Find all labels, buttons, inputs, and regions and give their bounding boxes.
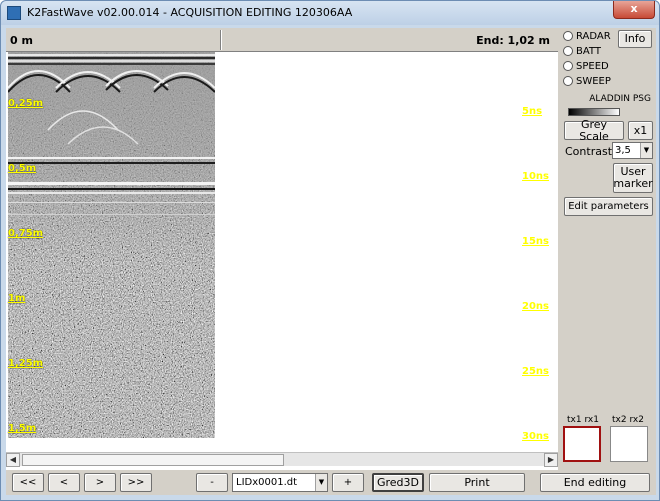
file-dropdown[interactable]: LIDx0001.dt ▼ <box>232 473 328 492</box>
header-divider <box>220 30 222 50</box>
radargram-image <box>8 52 215 438</box>
grey-scale-button[interactable]: Grey Scale <box>564 118 624 142</box>
tx2-label: tx2 rx2 <box>612 415 644 425</box>
close-button[interactable]: x <box>613 1 655 19</box>
first-button[interactable]: << <box>12 473 44 492</box>
radargram-view[interactable]: 0,25m 0,5m 0,75m 1m 1,25m 1,5m 5ns 10ns … <box>6 52 558 470</box>
tx1-label: tx1 rx1 <box>567 415 599 425</box>
edit-parameters-button[interactable]: Edit parameters <box>564 197 653 216</box>
contrast-value: 3,5 <box>615 145 631 156</box>
client-area: 0 m End: 1,02 m 0,25m 0,5m 0,75m 1m 1,25… <box>6 28 656 495</box>
side-panel: RADAR BATT SPEED SWEEP Info ALADDIN PSG … <box>561 28 656 468</box>
depth-label: 0,25m <box>8 98 44 109</box>
user-marker-button[interactable]: User marker <box>613 163 653 193</box>
time-label: 30ns <box>522 431 549 442</box>
radio-icon <box>563 31 573 41</box>
plus-button[interactable]: + <box>332 473 364 492</box>
start-distance: 0 m <box>10 34 33 47</box>
gred3d-button[interactable]: Gred3D <box>372 473 424 492</box>
time-label: 10ns <box>522 171 549 182</box>
radio-sweep[interactable]: SWEEP <box>563 76 611 90</box>
zoom-button[interactable]: x1 <box>628 121 653 140</box>
bottom-toolbar: << < > >> - LIDx0001.dt ▼ + Gred3D Print… <box>6 470 656 495</box>
time-label: 25ns <box>522 366 549 377</box>
scroll-right-arrow-icon[interactable]: ▶ <box>544 453 558 467</box>
radio-icon <box>563 46 573 56</box>
radio-label: RADAR <box>576 31 611 42</box>
radio-icon <box>563 76 573 86</box>
title-bar: K2FastWave v02.00.014 - ACQUISITION EDIT… <box>1 1 659 25</box>
next-button[interactable]: > <box>84 473 116 492</box>
minus-button[interactable]: - <box>196 473 228 492</box>
print-button[interactable]: Print <box>429 473 525 492</box>
depth-label: 1m <box>8 293 26 304</box>
distance-header: 0 m End: 1,02 m <box>6 28 558 52</box>
file-value: LIDx0001.dt <box>236 477 298 488</box>
end-distance: End: 1,02 m <box>476 34 550 47</box>
radio-icon <box>563 61 573 71</box>
chevron-down-icon[interactable]: ▼ <box>640 143 652 158</box>
app-window: K2FastWave v02.00.014 - ACQUISITION EDIT… <box>0 0 660 501</box>
time-label: 5ns <box>522 106 543 117</box>
horizontal-scrollbar[interactable]: ◀ ▶ <box>6 452 558 467</box>
info-button[interactable]: Info <box>618 30 652 48</box>
depth-label: 1,25m <box>8 358 44 369</box>
radio-label: SPEED <box>576 61 609 72</box>
colormap-gradient <box>568 108 620 116</box>
radio-label: SWEEP <box>576 76 611 87</box>
radio-batt[interactable]: BATT <box>563 46 601 60</box>
last-button[interactable]: >> <box>120 473 152 492</box>
radio-speed[interactable]: SPEED <box>563 61 609 75</box>
window-title: K2FastWave v02.00.014 - ACQUISITION EDIT… <box>27 6 353 19</box>
app-icon <box>7 6 21 20</box>
depth-label: 0,75m <box>8 228 44 239</box>
time-label: 20ns <box>522 301 549 312</box>
scroll-thumb[interactable] <box>22 454 284 466</box>
depth-label: 1,5m <box>8 423 37 434</box>
chevron-down-icon[interactable]: ▼ <box>315 474 327 491</box>
colormap-name: ALADDIN PSG <box>589 94 651 104</box>
radio-label: BATT <box>576 46 601 57</box>
depth-label: 0,5m <box>8 163 37 174</box>
time-label: 15ns <box>522 236 549 247</box>
scroll-left-arrow-icon[interactable]: ◀ <box>6 453 20 467</box>
end-editing-button[interactable]: End editing <box>540 473 650 492</box>
contrast-label: Contrast <box>565 145 613 158</box>
channel-tx1-selector[interactable] <box>563 426 601 462</box>
radio-radar[interactable]: RADAR <box>563 31 611 45</box>
channel-tx2-selector[interactable] <box>610 426 648 462</box>
contrast-dropdown[interactable]: 3,5 ▼ <box>612 142 653 159</box>
prev-button[interactable]: < <box>48 473 80 492</box>
